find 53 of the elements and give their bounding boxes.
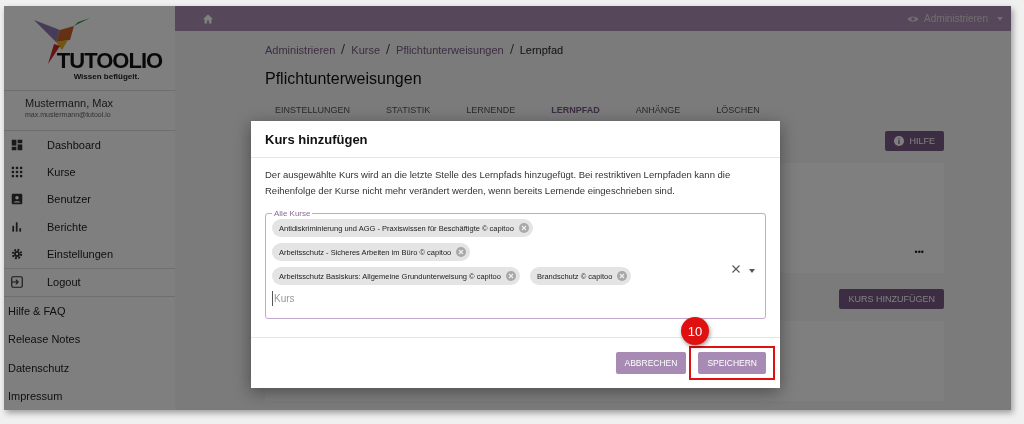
contact-card-icon [10,192,24,207]
settings-icon [10,246,24,261]
slash-icon [509,44,514,54]
course-search-input[interactable]: Kurs [272,291,394,306]
tab[interactable]: STATISTIK [386,105,431,115]
logo-tagline: Wissen beflügelt. [73,72,140,81]
tab[interactable]: LERNPFAD [551,105,600,115]
tab[interactable]: EINSTELLUNGEN [275,105,351,115]
course-select-field[interactable] [265,209,766,319]
step-badge: 10 [681,317,709,345]
grid-icon [10,164,24,179]
dropdown-caret-icon[interactable] [749,269,755,273]
breadcrumb-link[interactable]: Pflichtunterweisungen [396,44,504,56]
sidebar-link[interactable]: Datenschutz [4,353,175,382]
caret-icon [997,16,1003,21]
page-title: Pflichtunterweisungen [265,70,423,88]
tab[interactable]: LÖSCHEN [716,105,760,115]
sidebar-link[interactable]: Release Notes [4,325,175,354]
user-name: Mustermann, Max [25,97,115,110]
sidebar-link[interactable]: Hilfe & FAQ [4,296,175,326]
logo-text: TUTOOLIO [56,50,163,72]
remove-icon[interactable] [518,223,529,233]
breadcrumb-current: Lernpfad [519,44,564,56]
more-menu[interactable]: ••• [914,247,924,257]
save-button[interactable]: SPEICHERN [698,352,766,374]
tab[interactable]: ANHÄNGE [635,105,681,115]
field-label: Alle Kurse [273,209,312,218]
slash-icon [386,44,391,54]
dashboard-icon [10,137,24,152]
home-icon[interactable] [202,12,214,25]
breadcrumb-link[interactable]: Administrieren [265,44,336,56]
remove-icon[interactable] [456,247,467,257]
sidebar-link[interactable]: Impressum [4,381,175,410]
bar-chart-icon [10,219,24,234]
cancel-button[interactable]: ABBRECHEN [615,352,687,374]
nav-item[interactable]: Benutzer [4,185,175,213]
breadcrumb-link[interactable]: Kurse [351,44,381,56]
info-icon [894,136,905,146]
nav-item[interactable]: Kurse [4,158,175,186]
remove-icon[interactable] [505,271,516,281]
dialog-title: Kurs hinzufügen [265,131,368,147]
slash-icon [341,44,346,54]
help-button[interactable]: HILFE [885,131,944,151]
nav-item[interactable]: Logout [4,268,175,296]
clear-icon[interactable] [732,265,740,273]
dialog-text: Der ausgewählte Kurs wird an die letzte Stelle des Lernpfads hinzugefügt. Bei restriktiven Lernpfaden kann die Reihenfolge der Kurse nicht mehr verändert werden, wenn bereits Lernende eingeschrieben sind. [265,168,732,198]
tab[interactable]: LERNENDE [466,105,516,115]
nav-item[interactable]: Dashboard [4,131,175,159]
nav-item[interactable]: Berichte [4,212,175,241]
add-course-button[interactable]: KURS HINZUFÜGEN [839,289,944,309]
logout-icon [10,275,24,290]
remove-icon[interactable] [617,271,628,281]
nav-item[interactable]: Einstellungen [4,240,175,268]
